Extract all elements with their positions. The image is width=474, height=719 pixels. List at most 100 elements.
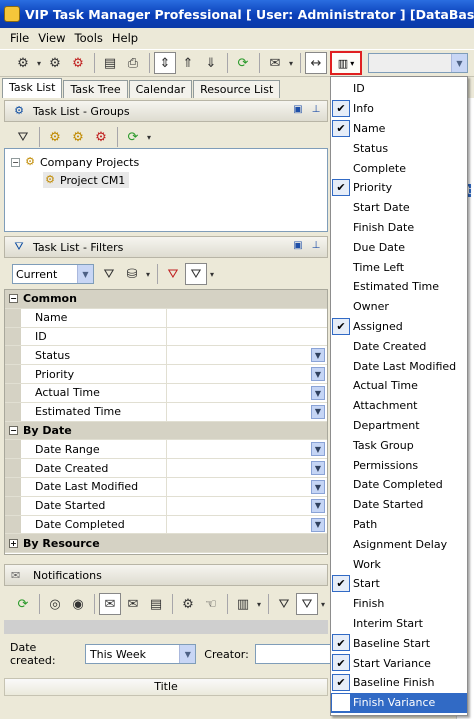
- reply-icon[interactable]: ☜: [200, 593, 222, 615]
- chevron-down-icon[interactable]: ▼: [311, 386, 325, 400]
- apply-filter-icon[interactable]: ⛛: [185, 263, 207, 285]
- new-task-icon[interactable]: ⚙: [12, 52, 34, 74]
- dropdown-arrow-icon[interactable]: ▾: [145, 126, 153, 148]
- column-menu-item[interactable]: ✔ Priority: [331, 178, 467, 198]
- tree-expander[interactable]: −: [11, 157, 20, 167]
- column-menu-item[interactable]: Permissions: [331, 455, 467, 475]
- column-menu-item[interactable]: ✔ Baseline Finish: [331, 673, 467, 693]
- column-menu-item[interactable]: Finish Date: [331, 218, 467, 238]
- notify-icon[interactable]: ✉: [264, 52, 286, 74]
- pin-icon[interactable]: ⊥: [309, 240, 323, 254]
- column-menu-item[interactable]: Due Date: [331, 237, 467, 257]
- column-menu-item[interactable]: Owner: [331, 297, 467, 317]
- clear-filter-icon[interactable]: ⛛: [162, 263, 184, 285]
- filter-icon[interactable]: ⛛: [12, 126, 34, 148]
- category-by-date[interactable]: − By Date: [5, 421, 327, 441]
- delete-task-icon[interactable]: ⚙: [67, 52, 89, 74]
- filter-row-date-completed[interactable]: Date Completed ▼: [5, 515, 327, 535]
- category-common[interactable]: − Common: [5, 290, 327, 309]
- column-menu-item[interactable]: Asignment Delay: [331, 534, 467, 554]
- chevron-down-icon[interactable]: ▼: [311, 348, 325, 363]
- filter-row-date-last-modified[interactable]: Date Last Modified ▼: [5, 478, 327, 497]
- column-menu-item[interactable]: Start Date: [331, 198, 467, 218]
- pin-icon[interactable]: ⊥: [309, 104, 323, 118]
- dropdown-arrow-icon[interactable]: ▾: [287, 52, 295, 74]
- filter-options-icon[interactable]: ⛁: [121, 263, 143, 285]
- filter-row-name[interactable]: Name: [5, 308, 327, 328]
- chevron-down-icon[interactable]: ▼: [311, 442, 325, 457]
- tree-node-project-cm1[interactable]: ⚙ Project CM1: [43, 172, 130, 188]
- dropdown-arrow-icon[interactable]: ▾: [144, 263, 152, 285]
- chevron-down-icon[interactable]: ▼: [311, 480, 325, 494]
- dropdown-arrow-icon[interactable]: ▾: [319, 593, 327, 615]
- column-menu-item[interactable]: Date Completed: [331, 475, 467, 495]
- column-menu-item[interactable]: Time Left: [331, 257, 467, 277]
- column-menu-item[interactable]: ✔ Baseline Start: [331, 633, 467, 653]
- column-menu-item[interactable]: Date Last Modified: [331, 356, 467, 376]
- properties-icon[interactable]: ▤: [99, 52, 121, 74]
- creator-select[interactable]: [254, 644, 334, 664]
- menu-help[interactable]: Help: [112, 31, 138, 45]
- column-menu-item[interactable]: ✔ Name: [331, 119, 467, 139]
- filter-row-date-created[interactable]: Date Created ▼: [5, 459, 327, 478]
- column-menu-item[interactable]: Path: [331, 515, 467, 535]
- filter-icon[interactable]: ⛛: [273, 593, 295, 615]
- tab-calendar[interactable]: Calendar: [128, 80, 193, 98]
- delete-group-icon[interactable]: ⚙: [90, 126, 112, 148]
- outbox-icon[interactable]: ✉: [122, 593, 144, 615]
- filter-row-id[interactable]: ID: [5, 327, 327, 347]
- column-menu-item[interactable]: ✔ Assigned: [331, 317, 467, 337]
- columns-menu-button[interactable]: ▥ ▾: [330, 51, 362, 75]
- column-menu-item[interactable]: Attachment: [331, 396, 467, 416]
- title-bar[interactable]: VIP Task Manager Professional [ User: Ad…: [0, 0, 474, 28]
- column-menu-item[interactable]: Task Group: [331, 435, 467, 455]
- column-menu-item[interactable]: Date Started: [331, 495, 467, 515]
- panel-menu-icon[interactable]: ▣: [291, 240, 305, 254]
- column-menu-item[interactable]: ✔ Start Variance: [331, 653, 467, 673]
- tab-resource-list[interactable]: Resource List: [193, 80, 281, 98]
- add-group-icon[interactable]: ⚙: [44, 126, 66, 148]
- view-task-icon[interactable]: ⚙: [177, 593, 199, 615]
- menu-view[interactable]: View: [38, 31, 65, 45]
- edit-task-icon[interactable]: ⚙: [44, 52, 66, 74]
- tree-node-company-projects[interactable]: − ⚙ Company Projects: [11, 154, 139, 170]
- date-created-select[interactable]: This Week ▼: [84, 644, 197, 664]
- filter-row-date-range[interactable]: Date Range ▼: [5, 440, 327, 460]
- column-header-title[interactable]: Title: [4, 678, 328, 696]
- panel-menu-icon[interactable]: ▣: [291, 104, 305, 118]
- fit-columns-icon[interactable]: ↔: [305, 52, 327, 74]
- edit-group-icon[interactable]: ⚙: [67, 126, 89, 148]
- filter-select[interactable]: Current ▼: [12, 264, 94, 284]
- dropdown-arrow-icon[interactable]: ▾: [255, 593, 263, 615]
- filter-apply-icon[interactable]: ⛛: [296, 593, 318, 615]
- column-menu-item[interactable]: Interim Start: [331, 614, 467, 634]
- dropdown-arrow-icon[interactable]: ▾: [208, 263, 216, 285]
- chevron-down-icon[interactable]: ▼: [311, 367, 325, 382]
- column-menu-item[interactable]: ✔ Start: [331, 574, 467, 594]
- filter-edit-icon[interactable]: ⛛: [98, 263, 120, 285]
- tab-task-list[interactable]: Task List: [2, 78, 63, 98]
- chevron-down-icon[interactable]: ▼: [451, 54, 467, 72]
- columns-icon[interactable]: ▥: [232, 593, 254, 615]
- groups-tree[interactable]: − ⚙ Company Projects ⚙ Project CM1: [4, 148, 328, 232]
- notes-icon[interactable]: ▤: [145, 593, 167, 615]
- column-menu-item[interactable]: Finish: [331, 594, 467, 614]
- chevron-down-icon[interactable]: ▼: [179, 645, 196, 663]
- refresh-icon[interactable]: ⟳: [232, 52, 254, 74]
- menu-tools[interactable]: Tools: [75, 31, 103, 45]
- expand-icon[interactable]: +: [9, 538, 18, 548]
- refresh-icon[interactable]: ⟳: [122, 126, 144, 148]
- column-menu-item[interactable]: Date Created: [331, 336, 467, 356]
- chevron-down-icon[interactable]: ▼: [311, 404, 325, 419]
- column-menu-item[interactable]: Estimated Time: [331, 277, 467, 297]
- dropdown-arrow-icon[interactable]: ▾: [35, 52, 43, 74]
- chevron-down-icon[interactable]: ▼: [77, 265, 93, 283]
- move-up-icon[interactable]: ⇑: [177, 52, 199, 74]
- refresh-icon[interactable]: ⟳: [12, 593, 34, 615]
- column-menu-item[interactable]: Work: [331, 554, 467, 574]
- column-menu-item[interactable]: ID: [331, 79, 467, 99]
- filter-row-actual-time[interactable]: Actual Time ▼: [5, 384, 327, 403]
- tab-task-tree[interactable]: Task Tree: [63, 80, 128, 98]
- column-menu-item[interactable]: Department: [331, 416, 467, 436]
- filter-row-status[interactable]: Status ▼: [5, 346, 327, 366]
